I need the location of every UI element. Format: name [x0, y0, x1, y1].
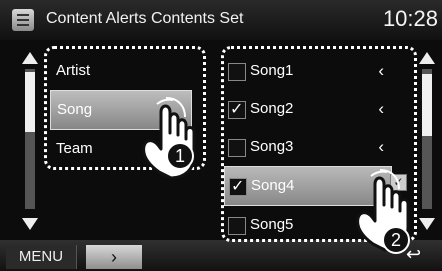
pointing-hand-icon	[142, 97, 196, 180]
step-1-marker: 1	[166, 142, 194, 170]
clock: 10:28	[382, 6, 438, 31]
page-title: Content Alerts Contents Set	[46, 10, 244, 27]
scroll-thumb[interactable]	[422, 74, 432, 136]
scroll-up-icon[interactable]	[419, 52, 435, 64]
step-2-marker: 2	[382, 226, 410, 254]
content-alerts-icon	[12, 9, 34, 31]
menu-button[interactable]: MENU	[6, 245, 77, 269]
scroll-down-icon[interactable]	[419, 218, 435, 230]
scroll-thumb[interactable]	[25, 72, 35, 132]
next-button[interactable]: ›	[86, 245, 142, 269]
scroll-up-icon[interactable]	[22, 52, 38, 64]
title-bar: Content Alerts Contents Set 10:28	[0, 0, 442, 40]
content-alerts-screen: Content Alerts Contents Set 10:28 Artist…	[0, 0, 442, 271]
scroll-down-icon[interactable]	[22, 218, 38, 230]
